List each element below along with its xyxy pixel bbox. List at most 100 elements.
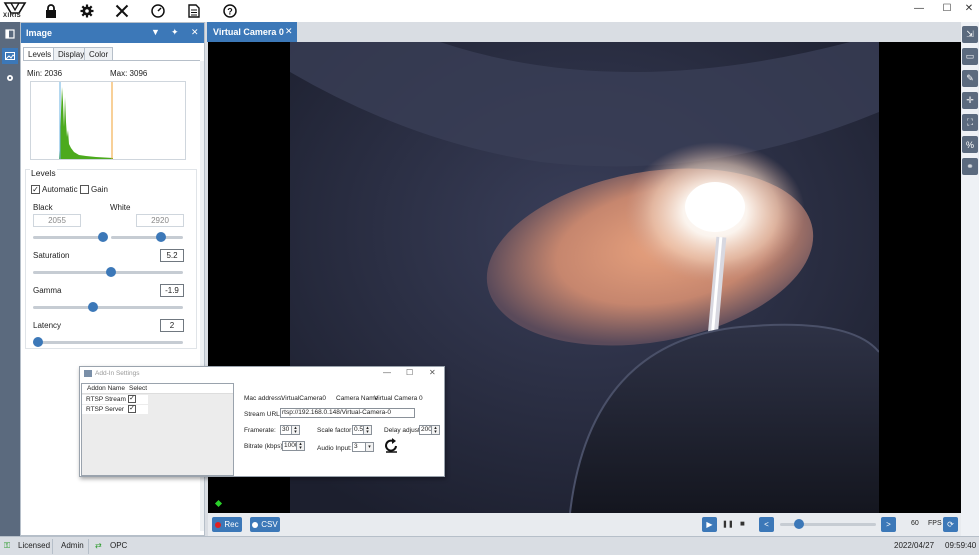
close-icon[interactable]: ✕ xyxy=(285,26,293,37)
maximize-button[interactable]: ☐ xyxy=(940,3,954,14)
gamma-slider-thumb[interactable] xyxy=(88,302,98,312)
white-slider-thumb[interactable] xyxy=(156,232,166,242)
addon-table: Addon Name Select RTSP Stream ✓ RTSP Ser… xyxy=(81,383,234,476)
status-licensed: Licensed xyxy=(18,541,51,550)
csv-dot-icon xyxy=(252,521,259,528)
panel-header: Image ▼ ✦ ✕ xyxy=(21,23,204,43)
black-slider-track[interactable] xyxy=(33,236,105,239)
automatic-label: Automatic xyxy=(42,185,78,194)
document-icon[interactable] xyxy=(186,3,202,19)
scale-label: Scale factor: xyxy=(317,427,354,434)
gauge-icon[interactable] xyxy=(150,3,166,19)
tab-color[interactable]: Color xyxy=(84,47,114,61)
saturation-input[interactable]: 5.2 xyxy=(160,249,184,262)
stream-url-input[interactable]: rtsp://192.168.0.148/Virtual-Camera-0 xyxy=(280,408,415,418)
addon-select-checkbox[interactable]: ✓ xyxy=(128,395,136,403)
percent-icon[interactable]: % xyxy=(962,136,978,153)
csv-label: CSV xyxy=(261,520,278,529)
white-value: 2920 xyxy=(136,214,184,227)
latency-input[interactable]: 2 xyxy=(160,319,184,332)
status-admin[interactable]: Admin xyxy=(61,541,84,550)
record-button[interactable]: Rec xyxy=(212,517,242,532)
play-button[interactable]: ▶ xyxy=(702,517,717,532)
pen-icon[interactable]: ✎ xyxy=(962,70,978,87)
gamma-slider-track[interactable] xyxy=(33,306,183,309)
gear-icon[interactable] xyxy=(79,3,95,19)
latency-slider-track[interactable] xyxy=(33,341,183,344)
record-dot-icon xyxy=(215,521,222,528)
csv-button[interactable]: CSV xyxy=(250,517,280,532)
bitrate-label: Bitrate (kbps): xyxy=(244,443,285,450)
pause-button[interactable]: ❚❚ xyxy=(722,520,734,528)
table-row[interactable]: RTSP Stream ✓ xyxy=(82,395,148,404)
lock-icon[interactable] xyxy=(43,3,59,19)
stream-url-label: Stream URL: xyxy=(244,411,282,418)
latency-slider-thumb[interactable] xyxy=(33,337,43,347)
next-button[interactable]: > xyxy=(881,517,896,532)
dialog-close-button[interactable]: ✕ xyxy=(429,368,436,377)
white-label: White xyxy=(110,203,131,212)
scale-input[interactable]: 0.5 xyxy=(352,425,364,435)
bitrate-input[interactable]: 10000 xyxy=(282,441,297,451)
scale-spinner[interactable]: ▴ ▾ xyxy=(364,425,372,435)
histogram-max: Max: 3096 xyxy=(110,69,148,78)
video-tabbar: Virtual Camera 0 ✕ xyxy=(207,22,961,42)
framerate-spinner[interactable]: ▴ ▾ xyxy=(292,425,300,435)
image-icon[interactable] xyxy=(2,48,18,64)
delay-label: Delay adjust: xyxy=(384,427,422,434)
help-icon[interactable]: ? xyxy=(222,3,238,19)
status-divider xyxy=(52,539,53,554)
crosshair-icon[interactable]: ✛ xyxy=(962,92,978,109)
status-bar: ⚿ Licensed Admin ⇄ OPC 2022/04/27 09:59:… xyxy=(0,536,979,555)
stop-button[interactable]: ■ xyxy=(740,519,745,528)
bitrate-spinner[interactable]: ▴ ▾ xyxy=(297,441,305,451)
levels-title: Levels xyxy=(30,168,57,178)
settings-gear-icon[interactable] xyxy=(2,70,18,86)
audio-dropdown-icon[interactable]: ▾ xyxy=(366,442,374,452)
delay-input[interactable]: 200 xyxy=(419,425,432,435)
table-row[interactable]: RTSP Server ✓ xyxy=(82,405,148,414)
framerate-input[interactable]: 30 xyxy=(280,425,292,435)
tools-icon[interactable] xyxy=(114,3,130,19)
tab-virtual-camera[interactable]: Virtual Camera 0 ✕ xyxy=(207,22,297,42)
audio-select[interactable]: 3 xyxy=(352,442,366,452)
close-icon[interactable]: ✕ xyxy=(191,27,199,38)
framerate-label: Framerate: xyxy=(244,427,276,434)
camera-name-label: Camera Name xyxy=(336,395,379,402)
gamma-input[interactable]: -1.9 xyxy=(160,284,184,297)
pin-icon[interactable]: ✦ xyxy=(171,27,179,38)
video-tab-title: Virtual Camera 0 xyxy=(213,27,284,37)
close-window-button[interactable]: ✕ xyxy=(962,3,976,14)
chevron-down-icon[interactable]: ▼ xyxy=(151,27,160,37)
addon-table-header: Addon Name Select xyxy=(82,384,233,394)
dialog-title: Add-In Settings xyxy=(95,370,140,377)
refresh-icon[interactable]: ⟳ xyxy=(943,517,958,532)
speech-icon[interactable]: ▭ xyxy=(962,48,978,65)
status-time: 09:59:40 xyxy=(945,541,977,550)
reload-icon[interactable] xyxy=(383,438,399,453)
dialog-maximize-button[interactable]: ☐ xyxy=(406,368,413,377)
automatic-checkbox[interactable]: ✓ xyxy=(31,185,40,194)
camera-list-icon[interactable] xyxy=(2,26,18,42)
timeline-thumb[interactable] xyxy=(794,519,805,529)
minimize-button[interactable]: — xyxy=(912,3,926,14)
addon-name: RTSP Server xyxy=(86,406,125,413)
gamma-label: Gamma xyxy=(33,286,62,295)
tab-levels[interactable]: Levels xyxy=(23,47,57,61)
addon-select-checkbox[interactable]: ✓ xyxy=(128,405,136,413)
black-slider-thumb[interactable] xyxy=(98,232,108,242)
delay-spinner[interactable]: ▴ ▾ xyxy=(432,425,440,435)
gain-label: Gain xyxy=(91,185,108,194)
saturation-slider-thumb[interactable] xyxy=(106,267,116,277)
dialog-minimize-button[interactable]: — xyxy=(383,368,391,377)
export-icon[interactable]: ⇲ xyxy=(962,26,978,43)
mac-value: VirtualCamera0 xyxy=(281,395,327,402)
previous-button[interactable]: < xyxy=(759,517,774,532)
histogram xyxy=(30,81,186,160)
gain-checkbox[interactable] xyxy=(80,185,89,194)
white-slider-track[interactable] xyxy=(111,236,183,239)
link-icon[interactable]: ⚭ xyxy=(962,158,978,175)
status-opc: OPC xyxy=(110,541,128,550)
frame-icon[interactable]: ⛶ xyxy=(962,114,978,131)
status-date: 2022/04/27 xyxy=(894,541,935,550)
